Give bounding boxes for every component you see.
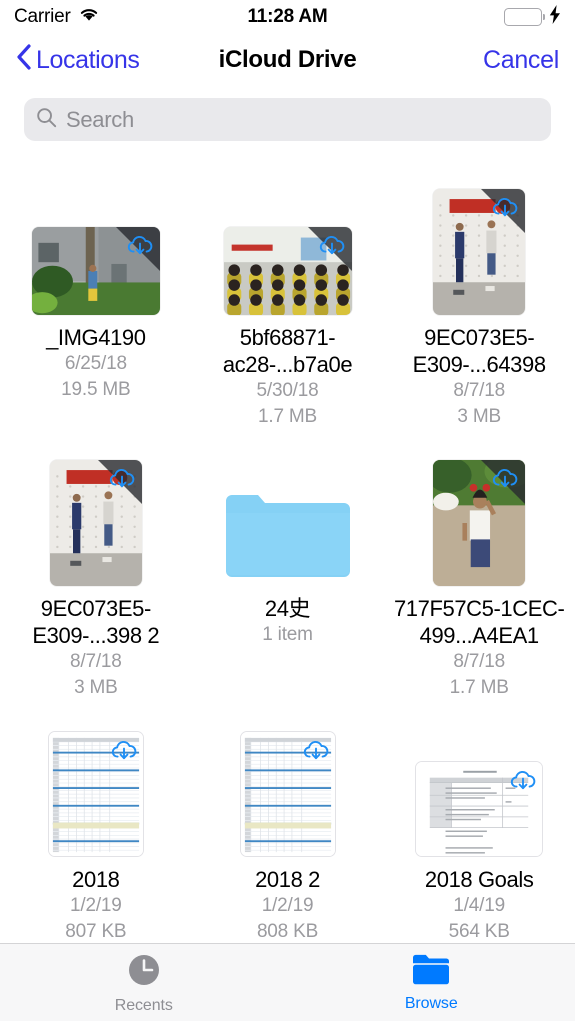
file-date-label: 1 item <box>262 624 313 645</box>
carrier-label: Carrier <box>14 6 71 27</box>
file-metadata: _IMG4190 6/25/18 19.5 MB <box>6 315 186 403</box>
file-name-label: 2018 <box>72 867 120 892</box>
navigation-bar: Locations iCloud Drive Cancel <box>0 34 575 86</box>
photo-thumbnail <box>433 460 526 586</box>
search-placeholder-label: Search <box>66 106 134 132</box>
file-date-label: 1/4/19 <box>453 895 505 916</box>
thumbnail-container <box>415 717 544 857</box>
file-item[interactable]: 717F57C5-1CEC-499...A4EA1 8/7/18 1.7 MB <box>383 446 575 701</box>
file-item[interactable]: 5bf68871-ac28-...b7a0e 5/30/18 1.7 MB <box>192 175 384 430</box>
file-size-label: 1.7 MB <box>449 677 509 698</box>
thumbnail-container <box>433 446 526 586</box>
file-size-label: 3 MB <box>74 677 118 698</box>
file-name-label: 5bf68871-ac28-...b7a0e <box>222 325 353 377</box>
file-item[interactable]: 9EC073E5-E309-...398 2 8/7/18 3 MB <box>0 446 192 701</box>
chevron-left-icon <box>16 43 31 77</box>
file-metadata: 717F57C5-1CEC-499...A4EA1 8/7/18 1.7 MB <box>389 586 569 701</box>
file-date-label: 1/2/19 <box>261 895 314 916</box>
photo-thumbnail <box>49 460 142 586</box>
row-spacer <box>0 701 575 717</box>
cancel-button[interactable]: Cancel <box>483 46 559 75</box>
document-thumbnail <box>415 761 544 857</box>
file-name-label: 2018 2 <box>255 867 320 892</box>
photo-thumbnail <box>31 227 160 315</box>
wifi-icon <box>78 6 100 28</box>
folder-icon <box>411 953 451 992</box>
file-metadata: 24史 1 item <box>198 586 378 648</box>
battery-icon <box>504 8 542 26</box>
file-metadata: 2018 1/2/19 807 KB <box>6 857 186 943</box>
file-name-label: 24史 <box>264 596 311 621</box>
thumbnail-container <box>223 175 352 315</box>
folder-item[interactable]: 24史 1 item <box>192 446 384 701</box>
file-grid-row: _IMG4190 6/25/18 19.5 MB 5bf68871-ac28-.… <box>0 175 575 430</box>
file-grid-row: 2018 1/2/19 807 KB 2018 2 1/2/19 808 KB <box>0 717 575 943</box>
status-bar-right <box>504 4 561 30</box>
clock-icon <box>125 951 163 994</box>
thumbnail-container <box>49 446 142 586</box>
file-size-label: 1.7 MB <box>258 406 317 427</box>
file-size-label: 3 MB <box>457 406 501 427</box>
file-metadata: 9EC073E5-E309-...398 2 8/7/18 3 MB <box>6 586 186 701</box>
icloud-drive-file-picker: Carrier 11:28 AM Locations iCloud Drive … <box>0 0 575 1021</box>
file-metadata: 9EC073E5-E309-...64398 8/7/18 3 MB <box>389 315 569 430</box>
spreadsheet-thumbnail <box>239 731 336 857</box>
file-name-label: 9EC073E5-E309-...398 2 <box>32 596 160 648</box>
file-name-label: 9EC073E5-E309-...64398 <box>412 325 546 377</box>
tab-browse[interactable]: Browse <box>288 953 575 1013</box>
search-input[interactable]: Search <box>24 98 551 141</box>
spreadsheet-thumbnail <box>47 731 144 857</box>
tab-recents-label: Recents <box>114 996 173 1014</box>
lightning-bolt-icon <box>549 4 561 30</box>
file-metadata: 2018 2 1/2/19 808 KB <box>198 857 378 943</box>
file-name-label: 717F57C5-1CEC-499...A4EA1 <box>393 596 565 648</box>
file-metadata: 5bf68871-ac28-...b7a0e 5/30/18 1.7 MB <box>198 315 378 430</box>
tab-recents[interactable]: Recents <box>0 951 288 1015</box>
thumbnail-container <box>31 175 160 315</box>
tab-bar: Recents Browse <box>0 943 575 1021</box>
file-item[interactable]: 9EC073E5-E309-...64398 8/7/18 3 MB <box>383 175 575 430</box>
photo-thumbnail <box>433 189 526 315</box>
search-icon <box>36 107 57 133</box>
file-item[interactable]: 2018 2 1/2/19 808 KB <box>192 717 384 943</box>
file-date-label: 8/7/18 <box>70 651 122 672</box>
file-item[interactable]: 2018 Goals 1/4/19 564 KB <box>383 717 575 943</box>
thumbnail-container <box>433 175 526 315</box>
file-date-label: 8/7/18 <box>453 380 505 401</box>
file-size-label: 807 KB <box>65 921 127 942</box>
file-date-label: 5/30/18 <box>256 380 319 401</box>
tab-browse-label: Browse <box>404 994 458 1012</box>
file-date-label: 1/2/19 <box>70 895 122 916</box>
back-button-label: Locations <box>36 45 140 74</box>
file-grid: _IMG4190 6/25/18 19.5 MB 5bf68871-ac28-.… <box>0 161 575 943</box>
folder-thumbnail <box>222 491 354 586</box>
thumbnail-container <box>239 717 336 857</box>
file-item[interactable]: 2018 1/2/19 807 KB <box>0 717 192 943</box>
status-bar: Carrier 11:28 AM <box>0 0 575 34</box>
file-date-label: 8/7/18 <box>453 651 505 672</box>
file-size-label: 564 KB <box>448 921 510 942</box>
row-spacer <box>0 430 575 446</box>
photo-thumbnail <box>223 227 352 315</box>
file-date-label: 6/25/18 <box>64 353 127 374</box>
file-name-label: _IMG4190 <box>46 325 146 350</box>
search-bar-container: Search <box>0 86 575 161</box>
status-bar-left: Carrier <box>14 6 100 28</box>
file-name-label: 2018 Goals <box>424 867 534 892</box>
file-grid-row: 9EC073E5-E309-...398 2 8/7/18 3 MB 24史 1… <box>0 446 575 701</box>
file-size-label: 19.5 MB <box>61 379 131 400</box>
file-metadata: 2018 Goals 1/4/19 564 KB <box>389 857 569 943</box>
thumbnail-container <box>47 717 144 857</box>
file-item[interactable]: _IMG4190 6/25/18 19.5 MB <box>0 175 192 430</box>
thumbnail-container <box>222 446 354 586</box>
file-size-label: 808 KB <box>256 921 319 942</box>
back-button-locations[interactable]: Locations <box>16 43 140 77</box>
